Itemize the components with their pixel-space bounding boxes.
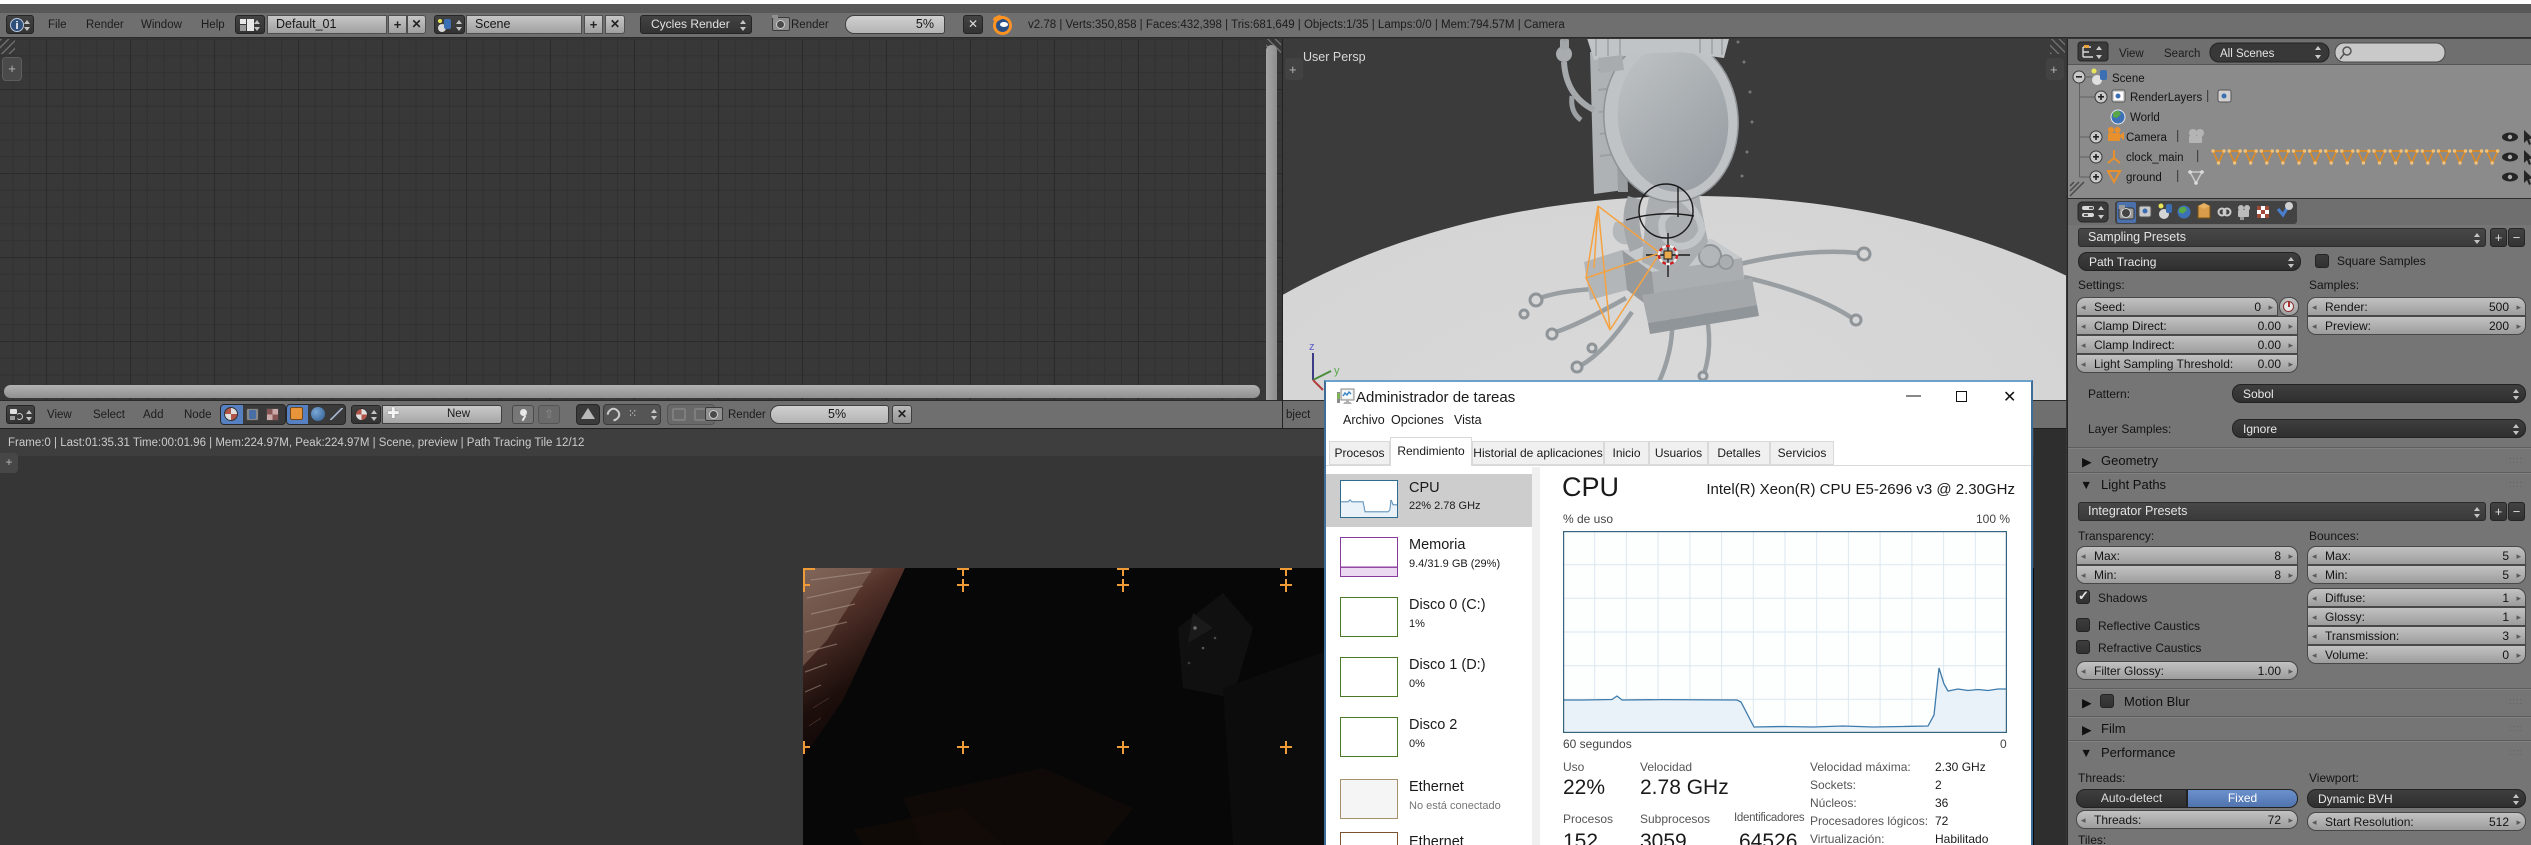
svg-text:RenderLayers: RenderLayers <box>2130 92 2202 104</box>
svg-text:y: y <box>1334 365 1340 377</box>
svg-text:User Persp: User Persp <box>1303 50 1366 64</box>
svg-text:World: World <box>2130 112 2160 124</box>
svg-text:clock_main: clock_main <box>2126 152 2184 164</box>
svg-text:Search: Search <box>2164 48 2200 60</box>
svg-text:Camera: Camera <box>2126 132 2168 144</box>
svg-text:z: z <box>1309 341 1315 353</box>
svg-text:ground: ground <box>2126 172 2162 184</box>
svg-text:+: + <box>2050 62 2058 77</box>
svg-text:+: + <box>1289 62 1297 77</box>
svg-text:All Scenes: All Scenes <box>2220 48 2275 60</box>
svg-text:Scene: Scene <box>2112 73 2145 85</box>
svg-text:View: View <box>2119 48 2144 60</box>
